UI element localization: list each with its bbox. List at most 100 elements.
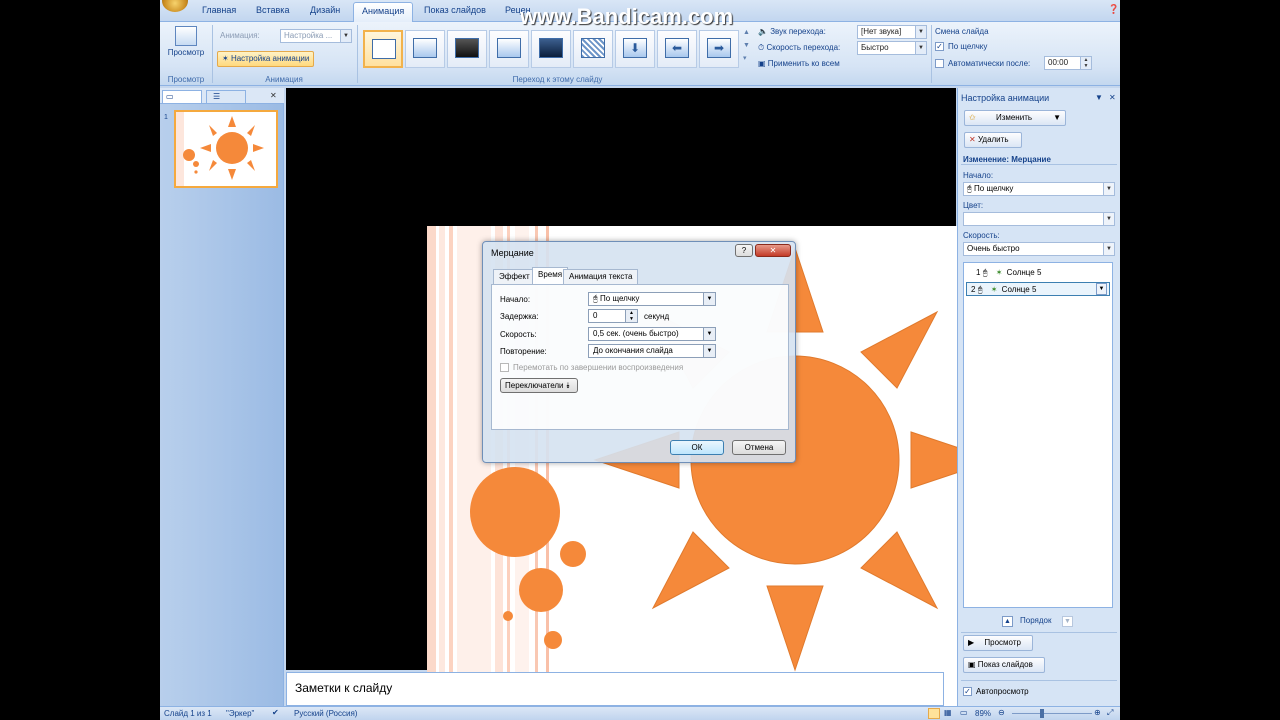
speed-value: Очень быстро: [967, 244, 1020, 253]
spinner-icon[interactable]: ▲ ▼: [625, 310, 637, 322]
tab-home[interactable]: Главная: [202, 5, 236, 15]
zoom-out-icon[interactable]: ⊖: [998, 708, 1005, 717]
transition-sound-combo[interactable]: [Нет звука] ▼: [857, 25, 927, 39]
speed-label-text: Скорость перехода:: [766, 43, 841, 52]
gallery-scroll[interactable]: ▲ ▼ ▾: [743, 26, 750, 65]
transition-none[interactable]: [363, 30, 403, 68]
transition-wipe-right[interactable]: ➡: [699, 30, 739, 68]
spellcheck-icon[interactable]: ✔: [272, 708, 279, 717]
on-click-option[interactable]: ✓ По щелчку: [935, 42, 988, 52]
fit-window-icon[interactable]: ⤢: [1107, 708, 1113, 718]
slide-thumbnail[interactable]: [174, 110, 278, 188]
chevron-down-icon: ▼: [915, 42, 926, 54]
chevron-down-icon: ▼: [703, 328, 715, 340]
autopreview-checkbox[interactable]: ✓: [963, 687, 972, 697]
start-combo[interactable]: 🖰 По щелчку ▼: [588, 292, 716, 306]
change-label: Изменить: [995, 113, 1033, 122]
close-icon[interactable]: ✕: [1109, 93, 1116, 102]
transition-preview-icon: [372, 39, 396, 59]
close-button[interactable]: ✕: [755, 244, 791, 257]
spinner-icon[interactable]: ▲ ▼: [1080, 57, 1091, 69]
animation-combo: Настройка ... ▼: [280, 29, 352, 43]
tab-insert[interactable]: Вставка: [256, 5, 289, 15]
slides-tab[interactable]: ▭: [162, 90, 202, 103]
auto-after-input[interactable]: 00:00 ▲ ▼: [1044, 56, 1092, 70]
effect-dialog: Мерцание ? ✕ Эффект Время Анимация текст…: [482, 241, 796, 463]
sorter-view-icon[interactable]: ▦: [944, 708, 952, 717]
apply-all-button[interactable]: ▣ Применить ко всем: [758, 59, 840, 68]
custom-animation-button[interactable]: ✶ Настройка анимации: [217, 51, 315, 67]
speed-combo[interactable]: Очень быстро ▼: [963, 242, 1115, 256]
delete-effect-button[interactable]: ✕ Удалить: [964, 132, 1022, 148]
tab-text-animation[interactable]: Анимация текста: [563, 269, 639, 284]
help-button[interactable]: ?: [735, 244, 753, 257]
slideshow-icon: ▣: [968, 660, 976, 669]
slideshow-view-icon[interactable]: ▭: [960, 708, 968, 717]
transition-preview-icon: ➡: [707, 38, 731, 58]
help-icon[interactable]: ❓: [1108, 4, 1119, 15]
delay-label: Задержка:: [500, 312, 539, 321]
autopreview-option[interactable]: ✓ Автопросмотр: [963, 687, 1029, 697]
slideshow-label: Показ слайдов: [977, 660, 1033, 669]
zoom-slider-thumb[interactable]: [1040, 709, 1044, 718]
tab-animation[interactable]: Анимация: [353, 2, 414, 22]
transition-cut[interactable]: [489, 30, 529, 68]
office-button[interactable]: [162, 0, 188, 12]
outline-tab-icon: ☰: [213, 92, 221, 101]
tab-effect[interactable]: Эффект: [493, 269, 536, 284]
chevron-down-icon[interactable]: ▼: [1096, 283, 1107, 295]
custom-animation-label: Настройка анимации: [230, 54, 310, 63]
chevron-down-icon: ▼: [703, 345, 715, 357]
language[interactable]: Русский (Россия): [294, 709, 357, 718]
transition-wipe-down[interactable]: ⬇: [615, 30, 655, 68]
speed-combo[interactable]: 0,5 сек. (очень быстро) ▼: [588, 327, 716, 341]
speed-value: Быстро: [861, 43, 889, 52]
transition-fade-black[interactable]: [447, 30, 487, 68]
move-up-icon[interactable]: ▲: [1002, 616, 1013, 627]
slides-pane: ▭ ☰ ✕ 1: [160, 88, 284, 706]
transition-wipe-left[interactable]: ⬅: [657, 30, 697, 68]
transition-preview-icon: [455, 38, 479, 58]
notes-pane[interactable]: Заметки к слайду: [286, 672, 944, 706]
cancel-button[interactable]: Отмена: [732, 440, 786, 455]
zoom-in-icon[interactable]: ⊕: [1094, 708, 1101, 717]
on-click-checkbox[interactable]: ✓: [935, 42, 944, 52]
close-icon[interactable]: ✕: [270, 91, 277, 100]
triggers-button[interactable]: Переключатели ⯯: [500, 378, 578, 393]
color-combo[interactable]: ▼: [963, 212, 1115, 226]
custom-animation-pane: Настройка анимации ▼ ✕ ✩ Изменить ▼ ✕ Уд…: [957, 88, 1120, 706]
zoom-slider[interactable]: [1012, 713, 1092, 714]
on-click-label: По щелчку: [948, 42, 988, 51]
zoom-level[interactable]: 89%: [975, 709, 991, 718]
start-combo[interactable]: 🖰 По щелчку ▼: [963, 182, 1115, 196]
delay-input[interactable]: 0 ▲ ▼: [588, 309, 638, 323]
tab-slideshow[interactable]: Показ слайдов: [424, 5, 486, 15]
tab-design[interactable]: Дизайн: [310, 5, 340, 15]
normal-view-icon[interactable]: [928, 708, 940, 719]
list-item[interactable]: 1 🖰 ✶ Солнце 5: [966, 266, 1110, 280]
list-item[interactable]: 2 🖰 ✶ Солнце 5 ▼: [966, 282, 1110, 296]
change-effect-button[interactable]: ✩ Изменить ▼: [964, 110, 1066, 126]
preview-button[interactable]: Просмотр: [166, 26, 206, 57]
start-value: По щелчку: [600, 294, 640, 303]
play-button[interactable]: ▶ Просмотр: [963, 635, 1033, 651]
outline-tab[interactable]: ☰: [206, 90, 246, 103]
chevron-down-icon: ▼: [915, 26, 926, 38]
transition-speed-combo[interactable]: Быстро ▼: [857, 41, 927, 55]
auto-after-option[interactable]: Автоматически после:: [935, 59, 1030, 69]
transition-fade[interactable]: [405, 30, 445, 68]
transition-dissolve[interactable]: [573, 30, 613, 68]
preview-label: Просмотр: [167, 48, 205, 57]
transition-cut-black[interactable]: [531, 30, 571, 68]
notes-placeholder: Заметки к слайду: [295, 681, 393, 695]
star-icon: ✩: [969, 113, 976, 122]
slide-info: Слайд 1 из 1: [164, 709, 212, 718]
repeat-combo[interactable]: До окончания слайда ▼: [588, 344, 716, 358]
taskpane-menu-icon[interactable]: ▼: [1095, 93, 1103, 102]
auto-after-checkbox[interactable]: [935, 59, 944, 69]
dialog-body: Начало: 🖰 По щелчку ▼ Задержка: 0 ▲ ▼ секун…: [491, 284, 789, 430]
slideshow-button[interactable]: ▣ Показ слайдов: [963, 657, 1045, 673]
delete-label: Удалить: [977, 135, 1009, 144]
rewind-checkbox: [500, 363, 509, 373]
ok-button[interactable]: ОК: [670, 440, 724, 455]
